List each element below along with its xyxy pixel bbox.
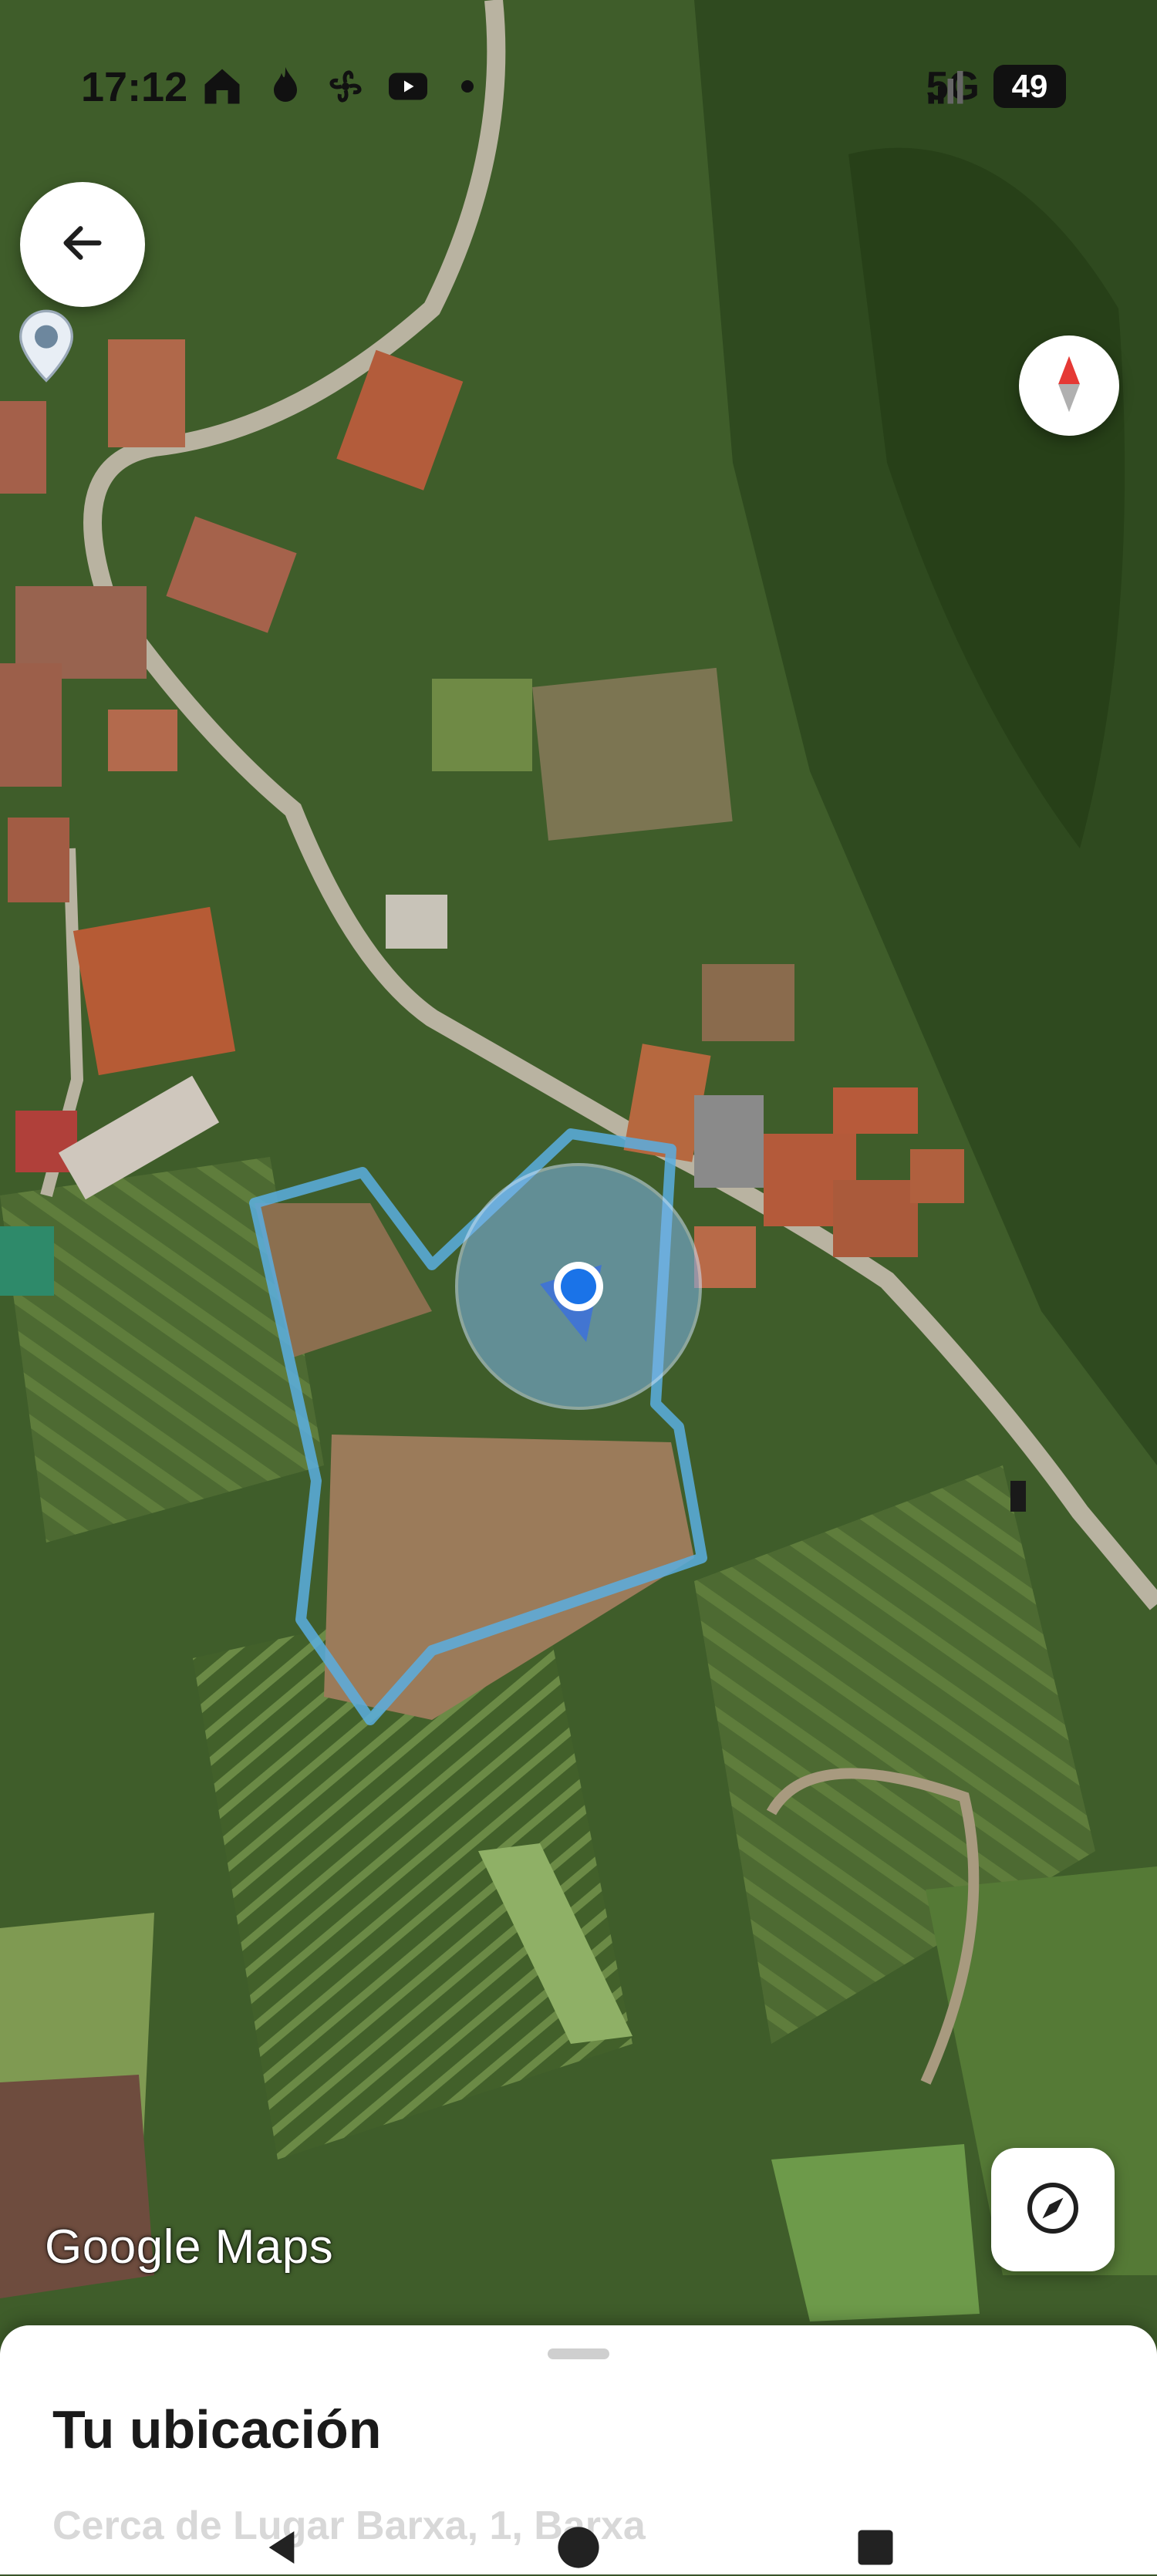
status-bar: 17:12 5G 49 — [0, 46, 1157, 123]
nav-home-button[interactable] — [552, 2522, 605, 2576]
navigation-icon — [1025, 2180, 1081, 2240]
battery-level: 49 — [993, 65, 1066, 108]
back-button[interactable] — [20, 182, 145, 307]
system-nav-bar — [0, 2522, 1157, 2574]
compass-button[interactable] — [1019, 335, 1119, 436]
drag-handle[interactable] — [548, 2348, 609, 2359]
location-pin-icon — [14, 309, 79, 386]
home-icon — [199, 63, 245, 110]
dot-icon — [460, 63, 506, 110]
fan-icon — [322, 63, 369, 110]
recents-square-icon — [855, 2527, 896, 2572]
nav-recents-button[interactable] — [848, 2522, 902, 2576]
google-maps-logo: Google Maps — [45, 2220, 334, 2274]
back-triangle-icon — [260, 2526, 303, 2573]
flame-icon — [262, 63, 309, 110]
satellite-map[interactable] — [0, 0, 1157, 2574]
signal-icon — [923, 63, 969, 110]
back-arrow-icon — [58, 218, 107, 271]
my-location-button[interactable] — [991, 2148, 1115, 2271]
status-time: 17:12 — [81, 64, 188, 110]
compass-icon — [1047, 354, 1091, 418]
sheet-title: Tu ubicación — [52, 2399, 382, 2460]
home-circle-icon — [556, 2525, 601, 2574]
nav-back-button[interactable] — [255, 2522, 309, 2576]
youtube-icon — [384, 63, 430, 110]
